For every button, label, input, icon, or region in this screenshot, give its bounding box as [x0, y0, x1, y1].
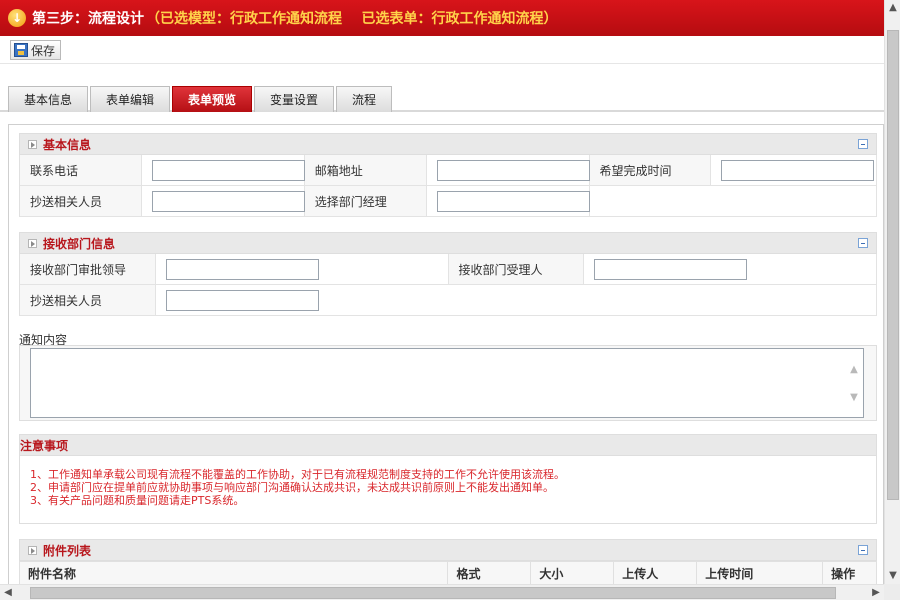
tab-bar: 基本信息 表单编辑 表单预览 变量设置 流程: [0, 64, 884, 112]
recv-handler-input[interactable]: [594, 258, 748, 280]
page-header: ↓ 第三步：流程设计 （已选模型：行政工作通知流程 已选表单：行政工作通知流程）: [0, 0, 884, 36]
basic-info-header[interactable]: 基本信息: [19, 133, 877, 155]
save-button[interactable]: 保存: [10, 40, 62, 60]
email-input[interactable]: [436, 159, 590, 181]
horizontal-scrollbar[interactable]: ◀ ▶: [0, 584, 884, 600]
recv-cc-label: 抄送相关人员: [20, 285, 156, 315]
collapse-icon[interactable]: [858, 545, 868, 555]
notes-body: 1、工作通知单承载公司现有流程不能覆盖的工作协助，对于已有流程规范制度支持的工作…: [19, 456, 877, 524]
scroll-thumb[interactable]: [30, 587, 836, 599]
dept-manager-label: 选择部门经理: [304, 186, 427, 216]
notes-header: 注意事项: [19, 434, 877, 456]
expand-arrow-icon: [28, 238, 37, 248]
tab-form-edit[interactable]: 表单编辑: [90, 86, 170, 112]
dept-manager-input[interactable]: [436, 190, 590, 212]
expected-time-input[interactable]: [721, 159, 875, 181]
col-actions: 操作: [823, 561, 877, 585]
form-preview-panel: 基本信息 联系电话 邮箱地址 希望完成时间 抄送相关人员 选择部门经理 接收部门…: [8, 124, 884, 600]
expand-arrow-icon: [28, 139, 37, 149]
scroll-right-icon[interactable]: ▶: [868, 585, 884, 600]
col-upload-time: 上传时间: [697, 561, 824, 585]
basic-info-grid: 联系电话 邮箱地址 希望完成时间 抄送相关人员 选择部门经理: [19, 155, 877, 217]
section-title: 接收部门信息: [43, 236, 116, 251]
attachments-table-header: 附件名称 格式 大小 上传人 上传时间 操作: [19, 561, 877, 585]
scroll-left-icon[interactable]: ◀: [0, 585, 16, 600]
col-size: 大小: [531, 561, 615, 585]
contact-phone-input[interactable]: [151, 159, 305, 181]
col-uploader: 上传人: [614, 561, 698, 585]
vertical-scrollbar[interactable]: ▲ ▼: [884, 0, 900, 584]
note-line: 1、工作通知单承载公司现有流程不能覆盖的工作协助，对于已有流程规范制度支持的工作…: [30, 468, 565, 481]
toolbar: 保存: [0, 36, 884, 64]
tab-variable-settings[interactable]: 变量设置: [254, 86, 334, 112]
contact-phone-label: 联系电话: [20, 155, 142, 185]
recv-cc-input[interactable]: [165, 289, 319, 311]
scroll-down-icon[interactable]: ▼: [849, 393, 859, 403]
tab-basic-info[interactable]: 基本信息: [8, 86, 88, 112]
collapse-icon[interactable]: [858, 139, 868, 149]
selected-model-form: （已选模型：行政工作通知流程 已选表单：行政工作通知流程）: [146, 11, 558, 27]
cc-people-label: 抄送相关人员: [20, 186, 142, 216]
email-label: 邮箱地址: [304, 155, 427, 185]
save-disk-icon: [14, 43, 28, 57]
scroll-up-icon[interactable]: ▲: [849, 365, 859, 375]
note-line: 3、有关产品问题和质量问题请走PTS系统。: [30, 494, 245, 507]
down-arrow-circle-icon: ↓: [8, 9, 26, 27]
note-line: 2、申请部门应在提单前应就协助事项与响应部门沟通确认达成共识，未达成共识前原则上…: [30, 481, 554, 494]
scroll-down-icon[interactable]: ▼: [885, 568, 900, 584]
attachments-header[interactable]: 附件列表: [19, 539, 877, 561]
expand-arrow-icon: [28, 545, 37, 555]
notes-title: 注意事项: [20, 438, 69, 453]
recv-handler-label: 接收部门受理人: [448, 254, 585, 284]
section-title: 基本信息: [43, 137, 92, 152]
expected-time-label: 希望完成时间: [589, 155, 712, 185]
notice-content-textarea[interactable]: ▲ ▼: [30, 348, 864, 418]
tab-form-preview[interactable]: 表单预览: [172, 86, 252, 112]
recv-dept-grid: 接收部门审批领导 接收部门受理人 抄送相关人员: [19, 254, 877, 316]
step-title: 第三步：流程设计: [32, 11, 144, 27]
recv-approver-label: 接收部门审批领导: [20, 254, 156, 284]
section-title: 附件列表: [43, 543, 92, 558]
recv-dept-header[interactable]: 接收部门信息: [19, 232, 877, 254]
scroll-up-icon[interactable]: ▲: [885, 0, 900, 16]
recv-approver-input[interactable]: [165, 258, 319, 280]
save-button-label: 保存: [31, 43, 56, 58]
cc-people-input[interactable]: [151, 190, 305, 212]
notice-content-area: ▲ ▼: [19, 345, 877, 421]
col-format: 格式: [448, 561, 532, 585]
collapse-icon[interactable]: [858, 238, 868, 248]
tab-process[interactable]: 流程: [336, 86, 392, 112]
scrollbar-corner: [884, 584, 900, 600]
scroll-thumb[interactable]: [887, 30, 899, 500]
col-attachment-name: 附件名称: [20, 561, 449, 585]
